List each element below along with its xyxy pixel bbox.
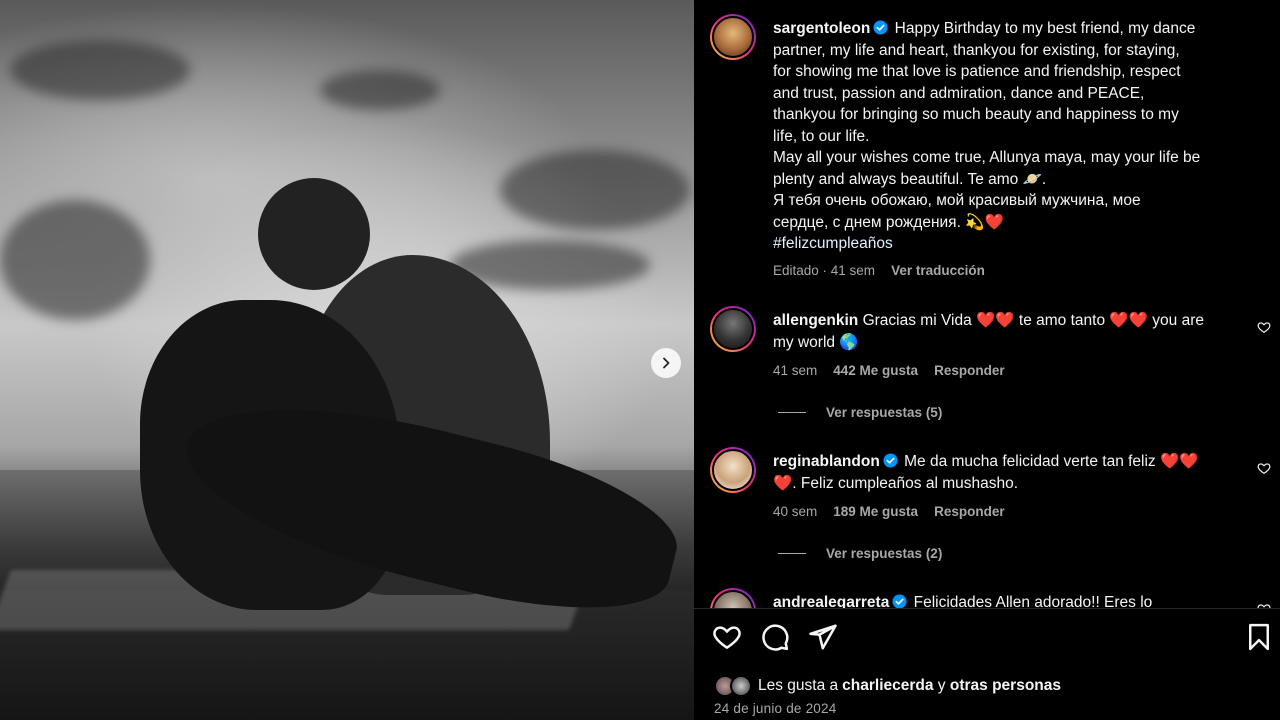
photo-cloud bbox=[0, 200, 150, 320]
caption-line: life, to our life. bbox=[773, 127, 870, 145]
next-photo-button[interactable] bbox=[651, 348, 681, 378]
translate-link[interactable]: Ver traducción bbox=[891, 263, 985, 278]
comment: andrealegarreta Felicidades Allen adorad… bbox=[773, 592, 1251, 608]
caption-meta: Editado · 41 sem Ver traducción bbox=[773, 263, 985, 278]
caption-line: partner, my life and heart, thankyou for… bbox=[773, 41, 1180, 59]
comments-scroll-area[interactable]: sargentoleon Happy Birthday to my best f… bbox=[694, 0, 1280, 608]
comment-like-heart-icon[interactable] bbox=[1257, 461, 1271, 475]
caption-line: May all your wishes come true, Allunya m… bbox=[773, 149, 1201, 166]
caption-line: for showing me that love is patience and… bbox=[773, 63, 1181, 80]
post-caption: sargentoleon Happy Birthday to my best f… bbox=[773, 18, 1251, 255]
photo-cloud bbox=[320, 70, 440, 110]
caption-line: Happy Birthday to my best friend, my dan… bbox=[894, 20, 1196, 37]
comment-text: my world 🌎 bbox=[773, 333, 859, 351]
photo-figure-head bbox=[258, 178, 370, 290]
comment: allengenkin Gracias mi Vida ❤️❤️ te amo … bbox=[773, 310, 1251, 353]
comment: reginablandon Me da mucha felicidad vert… bbox=[773, 451, 1251, 494]
verified-badge-icon bbox=[873, 20, 888, 35]
replies-line bbox=[778, 412, 806, 413]
comment-text: Gracias mi Vida ❤️❤️ te amo tanto ❤️❤️ y… bbox=[862, 312, 1204, 329]
bookmark-icon[interactable] bbox=[1244, 622, 1274, 652]
hashtag-link[interactable]: #felizcumpleaños bbox=[773, 235, 893, 252]
view-replies-button[interactable]: Ver respuestas (5) bbox=[778, 405, 942, 420]
view-replies-label: Ver respuestas (5) bbox=[826, 405, 943, 420]
liker-avatar bbox=[730, 675, 752, 697]
chevron-right-icon bbox=[663, 357, 670, 369]
action-bar bbox=[694, 622, 1280, 662]
comment-username[interactable]: andrealegarreta bbox=[773, 594, 889, 608]
comment-text: ❤️. Feliz cumpleaños al mushasho. bbox=[773, 474, 1019, 492]
comment-likes[interactable]: 442 Me gusta bbox=[833, 363, 918, 378]
post-date: 24 de junio de 2024 bbox=[714, 701, 837, 716]
comment-likes[interactable]: 189 Me gusta bbox=[833, 504, 918, 519]
comment-text: Me da mucha felicidad verte tan feliz ❤️… bbox=[904, 453, 1199, 470]
commenter-avatar[interactable] bbox=[710, 447, 756, 493]
likes-prefix: Les gusta a bbox=[758, 677, 839, 694]
photo-cloud bbox=[10, 40, 190, 100]
comment-meta: 41 sem 442 Me gusta Responder bbox=[773, 363, 1005, 378]
edited-time: Editado · 41 sem bbox=[773, 263, 876, 278]
comment-icon[interactable] bbox=[760, 622, 790, 652]
reply-button[interactable]: Responder bbox=[934, 504, 1005, 519]
verified-badge-icon bbox=[892, 594, 907, 608]
comment-text: Felicidades Allen adorado!! Eres lo bbox=[913, 594, 1153, 608]
liker-username[interactable]: charliecerda bbox=[842, 677, 933, 695]
others-link[interactable]: otras personas bbox=[950, 677, 1061, 695]
author-avatar[interactable] bbox=[710, 14, 756, 60]
verified-badge-icon bbox=[883, 453, 898, 468]
author-username[interactable]: sargentoleon bbox=[773, 20, 870, 37]
reply-button[interactable]: Responder bbox=[934, 363, 1005, 378]
comment-like-heart-icon[interactable] bbox=[1257, 320, 1271, 334]
caption-line: Я тебя очень обожаю, мой красивый мужчин… bbox=[773, 192, 1141, 209]
comment-username[interactable]: allengenkin bbox=[773, 312, 858, 329]
caption-line: сердце, с днем рождения. 💫❤️ bbox=[773, 213, 1004, 231]
photo-cloud bbox=[500, 150, 690, 230]
post-photo[interactable] bbox=[0, 0, 694, 720]
divider bbox=[694, 608, 1280, 609]
replies-line bbox=[778, 553, 806, 554]
heart-icon[interactable] bbox=[712, 622, 742, 652]
comment-time: 41 sem bbox=[773, 363, 818, 378]
view-replies-label: Ver respuestas (2) bbox=[826, 546, 943, 561]
view-replies-button[interactable]: Ver respuestas (2) bbox=[778, 546, 942, 561]
share-icon[interactable] bbox=[808, 622, 838, 652]
comments-panel: sargentoleon Happy Birthday to my best f… bbox=[694, 0, 1280, 720]
commenter-avatar[interactable] bbox=[710, 588, 756, 608]
caption-line: and trust, passion and admiration, dance… bbox=[773, 84, 1145, 102]
commenter-avatar[interactable] bbox=[710, 306, 756, 352]
likes-middle: y bbox=[933, 677, 950, 694]
caption-line: thankyou for bringing so much beauty and… bbox=[773, 106, 1179, 123]
caption-line: plenty and always beautiful. Te amo 🪐. bbox=[773, 170, 1047, 188]
likes-summary[interactable]: Les gusta a charliecerda y otras persona… bbox=[714, 675, 1061, 697]
comment-meta: 40 sem 189 Me gusta Responder bbox=[773, 504, 1005, 519]
comment-time: 40 sem bbox=[773, 504, 818, 519]
comment-username[interactable]: reginablandon bbox=[773, 453, 880, 470]
